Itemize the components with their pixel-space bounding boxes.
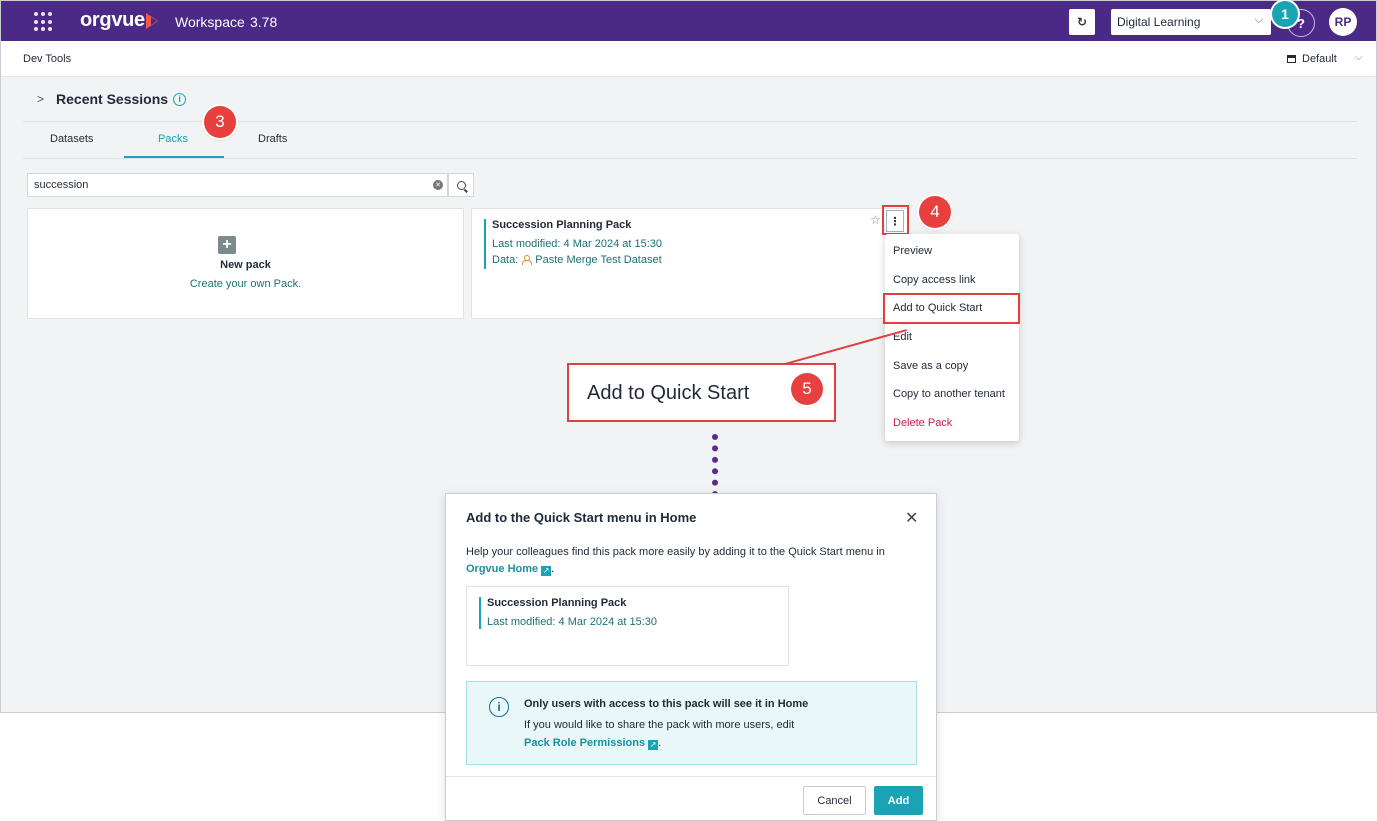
plus-icon: + <box>218 236 236 254</box>
orgvue-home-link[interactable]: Orgvue Home <box>466 563 538 575</box>
access-info-box: i Only users with access to this pack wi… <box>466 681 917 765</box>
recent-sessions-title: Recent Sessions <box>56 91 169 107</box>
dialog-title: Add to the Quick Start menu in Home <box>466 510 697 525</box>
tab-packs[interactable]: Packs <box>158 133 188 145</box>
pack-card[interactable]: Succession Planning Pack Last modified: … <box>471 208 908 319</box>
menu-item-save-as-copy[interactable]: Save as a copy <box>893 360 968 372</box>
user-avatar[interactable]: RP <box>1329 8 1357 36</box>
info-title: Only users with access to this pack will… <box>524 698 809 710</box>
menu-item-copy-access-link[interactable]: Copy access link <box>893 274 976 286</box>
refresh-icon: ↻ <box>1076 15 1088 29</box>
highlight-box <box>883 293 1020 324</box>
recent-sessions-header[interactable]: > Recent Sessions i <box>37 91 187 107</box>
menu-item-preview[interactable]: Preview <box>893 245 932 257</box>
clear-search-icon[interactable]: ✕ <box>433 180 443 190</box>
chevron-down-icon[interactable]: ⌵ <box>1355 52 1363 63</box>
cancel-button[interactable]: Cancel <box>803 786 866 815</box>
external-link-icon[interactable]: ↗ <box>541 566 552 576</box>
info-icon[interactable]: i <box>173 92 187 106</box>
step-badge-3: 3 <box>204 106 236 138</box>
favorite-star-icon[interactable]: ☆ <box>870 213 881 227</box>
chevron-down-icon: ⌵ <box>1254 14 1263 26</box>
menu-item-delete-pack[interactable]: Delete Pack <box>893 417 952 429</box>
dialog-description: Help your colleagues find this pack more… <box>466 544 921 578</box>
layout-selector[interactable]: Default <box>1287 53 1337 65</box>
search-icon <box>456 180 466 190</box>
info-text: If you would like to share the pack with… <box>524 719 795 731</box>
help-label: ? <box>1297 15 1305 31</box>
product-version: 3.78 <box>250 14 278 30</box>
dataset-person-icon <box>522 255 533 265</box>
callout-text: Add to Quick Start <box>587 382 750 404</box>
new-pack-card[interactable]: + New pack Create your own Pack. <box>27 208 464 319</box>
search-button[interactable] <box>448 173 474 197</box>
new-pack-title: New pack <box>220 259 271 271</box>
pack-data-row: Data: Paste Merge Test Dataset <box>492 254 662 266</box>
info-link-row: Pack Role Permissions ↗. <box>524 737 661 750</box>
pack-accent-bar <box>479 597 481 629</box>
info-period: . <box>658 737 662 749</box>
add-button[interactable]: Add <box>874 786 923 815</box>
pack-role-permissions-link[interactable]: Pack Role Permissions <box>524 737 645 749</box>
external-link-icon[interactable]: ↗ <box>648 740 659 750</box>
tab-drafts[interactable]: Drafts <box>258 133 287 145</box>
top-bar: orgvue Workspace 3.78 ↻ Digital Learning… <box>1 1 1376 41</box>
step-badge-1: 1 <box>1272 1 1298 27</box>
brand-mark-cutout <box>151 17 157 25</box>
refresh-button[interactable]: ↻ <box>1069 9 1095 35</box>
tenant-select-value: Digital Learning <box>1117 15 1201 29</box>
search-input[interactable]: succession <box>27 173 448 197</box>
divider <box>23 158 1357 159</box>
menu-item-copy-to-tenant[interactable]: Copy to another tenant <box>893 388 1005 400</box>
pack-last-modified: Last modified: 4 Mar 2024 at 15:30 <box>492 238 662 250</box>
close-icon[interactable]: ✕ <box>905 508 918 528</box>
dialog-description-text: Help your colleagues find this pack more… <box>466 546 885 558</box>
pack-title: Succession Planning Pack <box>492 219 632 231</box>
preview-pack-title: Succession Planning Pack <box>487 597 627 609</box>
pack-data-label: Data: <box>492 254 519 266</box>
user-initials: RP <box>1334 15 1352 29</box>
highlight-box <box>882 205 909 235</box>
sub-bar: Dev Tools Default ⌵ <box>1 41 1376 77</box>
new-pack-subtitle: Create your own Pack. <box>189 278 302 290</box>
app-launcher-icon[interactable] <box>34 12 54 32</box>
preview-last-modified: Last modified: 4 Mar 2024 at 15:30 <box>487 616 657 628</box>
tenant-select[interactable]: Digital Learning ⌵ <box>1111 9 1271 35</box>
layout-icon <box>1287 55 1296 63</box>
pack-dataset-name[interactable]: Paste Merge Test Dataset <box>535 254 661 266</box>
chevron-right-icon[interactable]: > <box>37 92 44 106</box>
product-name: Workspace <box>175 14 245 30</box>
section-title[interactable]: Dev Tools <box>23 53 71 65</box>
layout-selector-label: Default <box>1302 53 1337 65</box>
info-icon: i <box>489 697 509 717</box>
brand-logo[interactable]: orgvue <box>80 9 145 32</box>
tab-datasets[interactable]: Datasets <box>50 133 93 145</box>
pack-context-menu: Preview Copy access link Add to Quick St… <box>885 234 1019 441</box>
step-badge-4: 4 <box>919 196 951 228</box>
pack-accent-bar <box>484 219 486 269</box>
add-to-quick-start-dialog: Add to the Quick Start menu in Home ✕ He… <box>445 493 937 821</box>
divider <box>446 776 936 777</box>
step-badge-5: 5 <box>791 373 823 405</box>
pack-preview-card: Succession Planning Pack Last modified: … <box>466 586 789 666</box>
description-period: . <box>551 563 555 575</box>
